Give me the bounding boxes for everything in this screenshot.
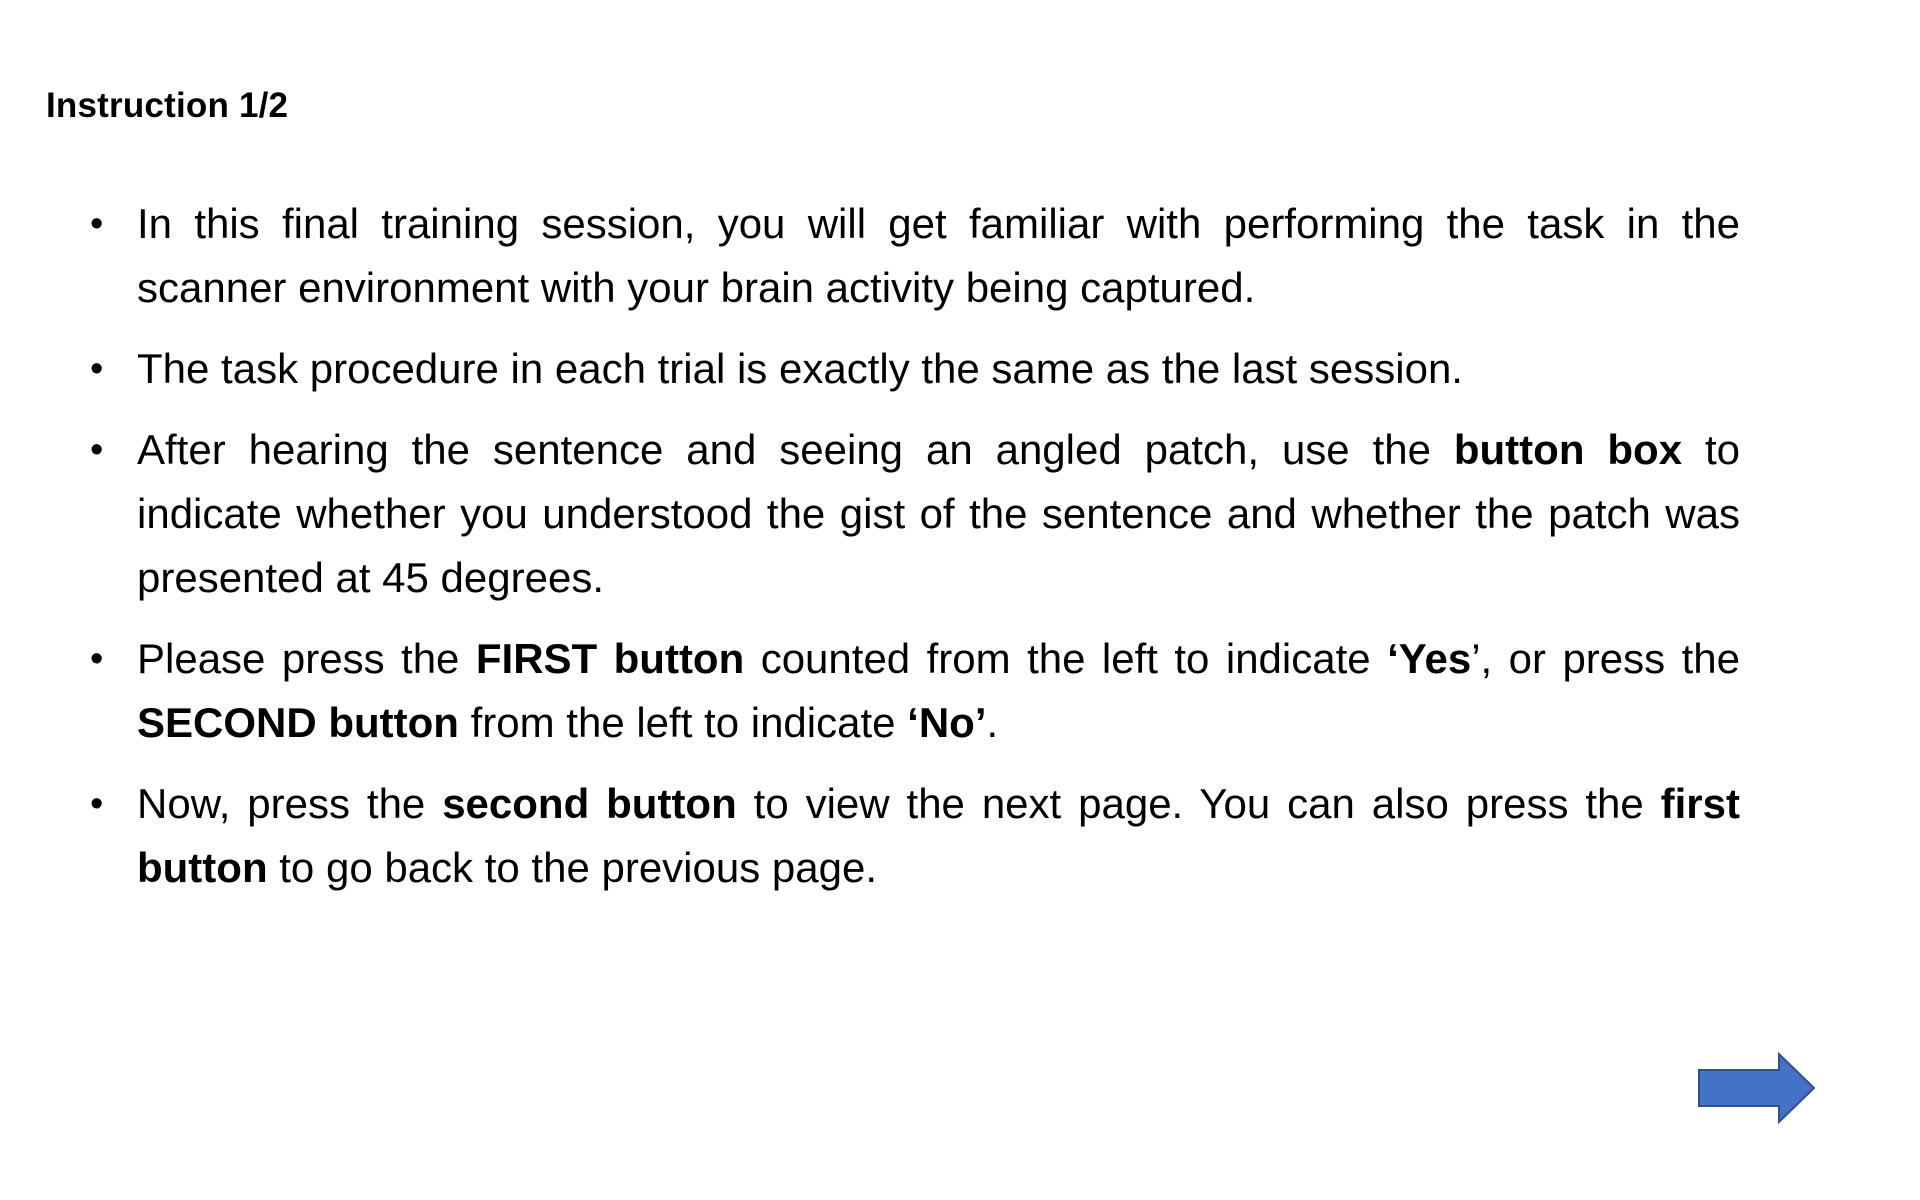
bullet-item: • The task procedure in each trial is exa…	[90, 337, 1740, 401]
bold-text-segment: ‘Yes	[1387, 635, 1472, 682]
bullet-dot-icon: •	[90, 783, 104, 825]
bullet-text: The task procedure in each trial is exac…	[137, 345, 1463, 392]
text-segment: In this final training session, you will…	[137, 200, 1740, 311]
page-title: Instruction 1/2	[46, 86, 289, 125]
bullet-text: In this final training session, you will…	[137, 200, 1740, 311]
bold-text-segment: second button	[442, 780, 737, 827]
bullet-item: • Now, press the second button to view th…	[90, 772, 1740, 900]
text-segment: ’, or press the	[1471, 635, 1740, 682]
text-segment: After hearing the sentence and seeing an…	[137, 426, 1454, 473]
bullet-text: After hearing the sentence and seeing an…	[137, 426, 1740, 601]
arrow-shape	[1698, 1052, 1816, 1124]
text-segment: Please press the	[137, 635, 476, 682]
text-segment: The task procedure in each trial is exac…	[137, 345, 1463, 392]
bullet-dot-icon: •	[90, 348, 104, 390]
bullet-dot-icon: •	[90, 638, 104, 680]
text-segment: .	[986, 699, 999, 746]
bullet-item: • In this final training session, you wil…	[90, 192, 1740, 320]
instruction-slide: Instruction 1/2 • In this final training …	[0, 0, 1920, 1200]
bold-text-segment: FIRST button	[475, 635, 745, 682]
text-segment: Now, press the	[137, 780, 443, 827]
next-page-arrow-icon[interactable]	[1697, 1052, 1817, 1124]
text-segment: to go back to the previous page.	[267, 844, 878, 891]
bullet-dot-icon: •	[90, 429, 104, 471]
text-segment: to view the next page. You can also pres…	[736, 780, 1661, 827]
bold-text-segment: ‘No’	[907, 699, 987, 746]
bullet-text: Please press the FIRST button counted fr…	[137, 635, 1740, 746]
instruction-bullet-list: • In this final training session, you wil…	[90, 192, 1740, 917]
bullet-item: • After hearing the sentence and seeing a…	[90, 418, 1740, 610]
text-segment: from the left to indicate	[458, 699, 908, 746]
bold-text-segment: button box	[1453, 426, 1683, 473]
bullet-text: Now, press the second button to view the…	[137, 780, 1740, 891]
text-segment: counted from the left to indicate	[744, 635, 1388, 682]
bullet-item: • Please press the FIRST button counted f…	[90, 627, 1740, 755]
bold-text-segment: SECOND button	[137, 699, 459, 746]
bullet-dot-icon: •	[90, 203, 104, 245]
